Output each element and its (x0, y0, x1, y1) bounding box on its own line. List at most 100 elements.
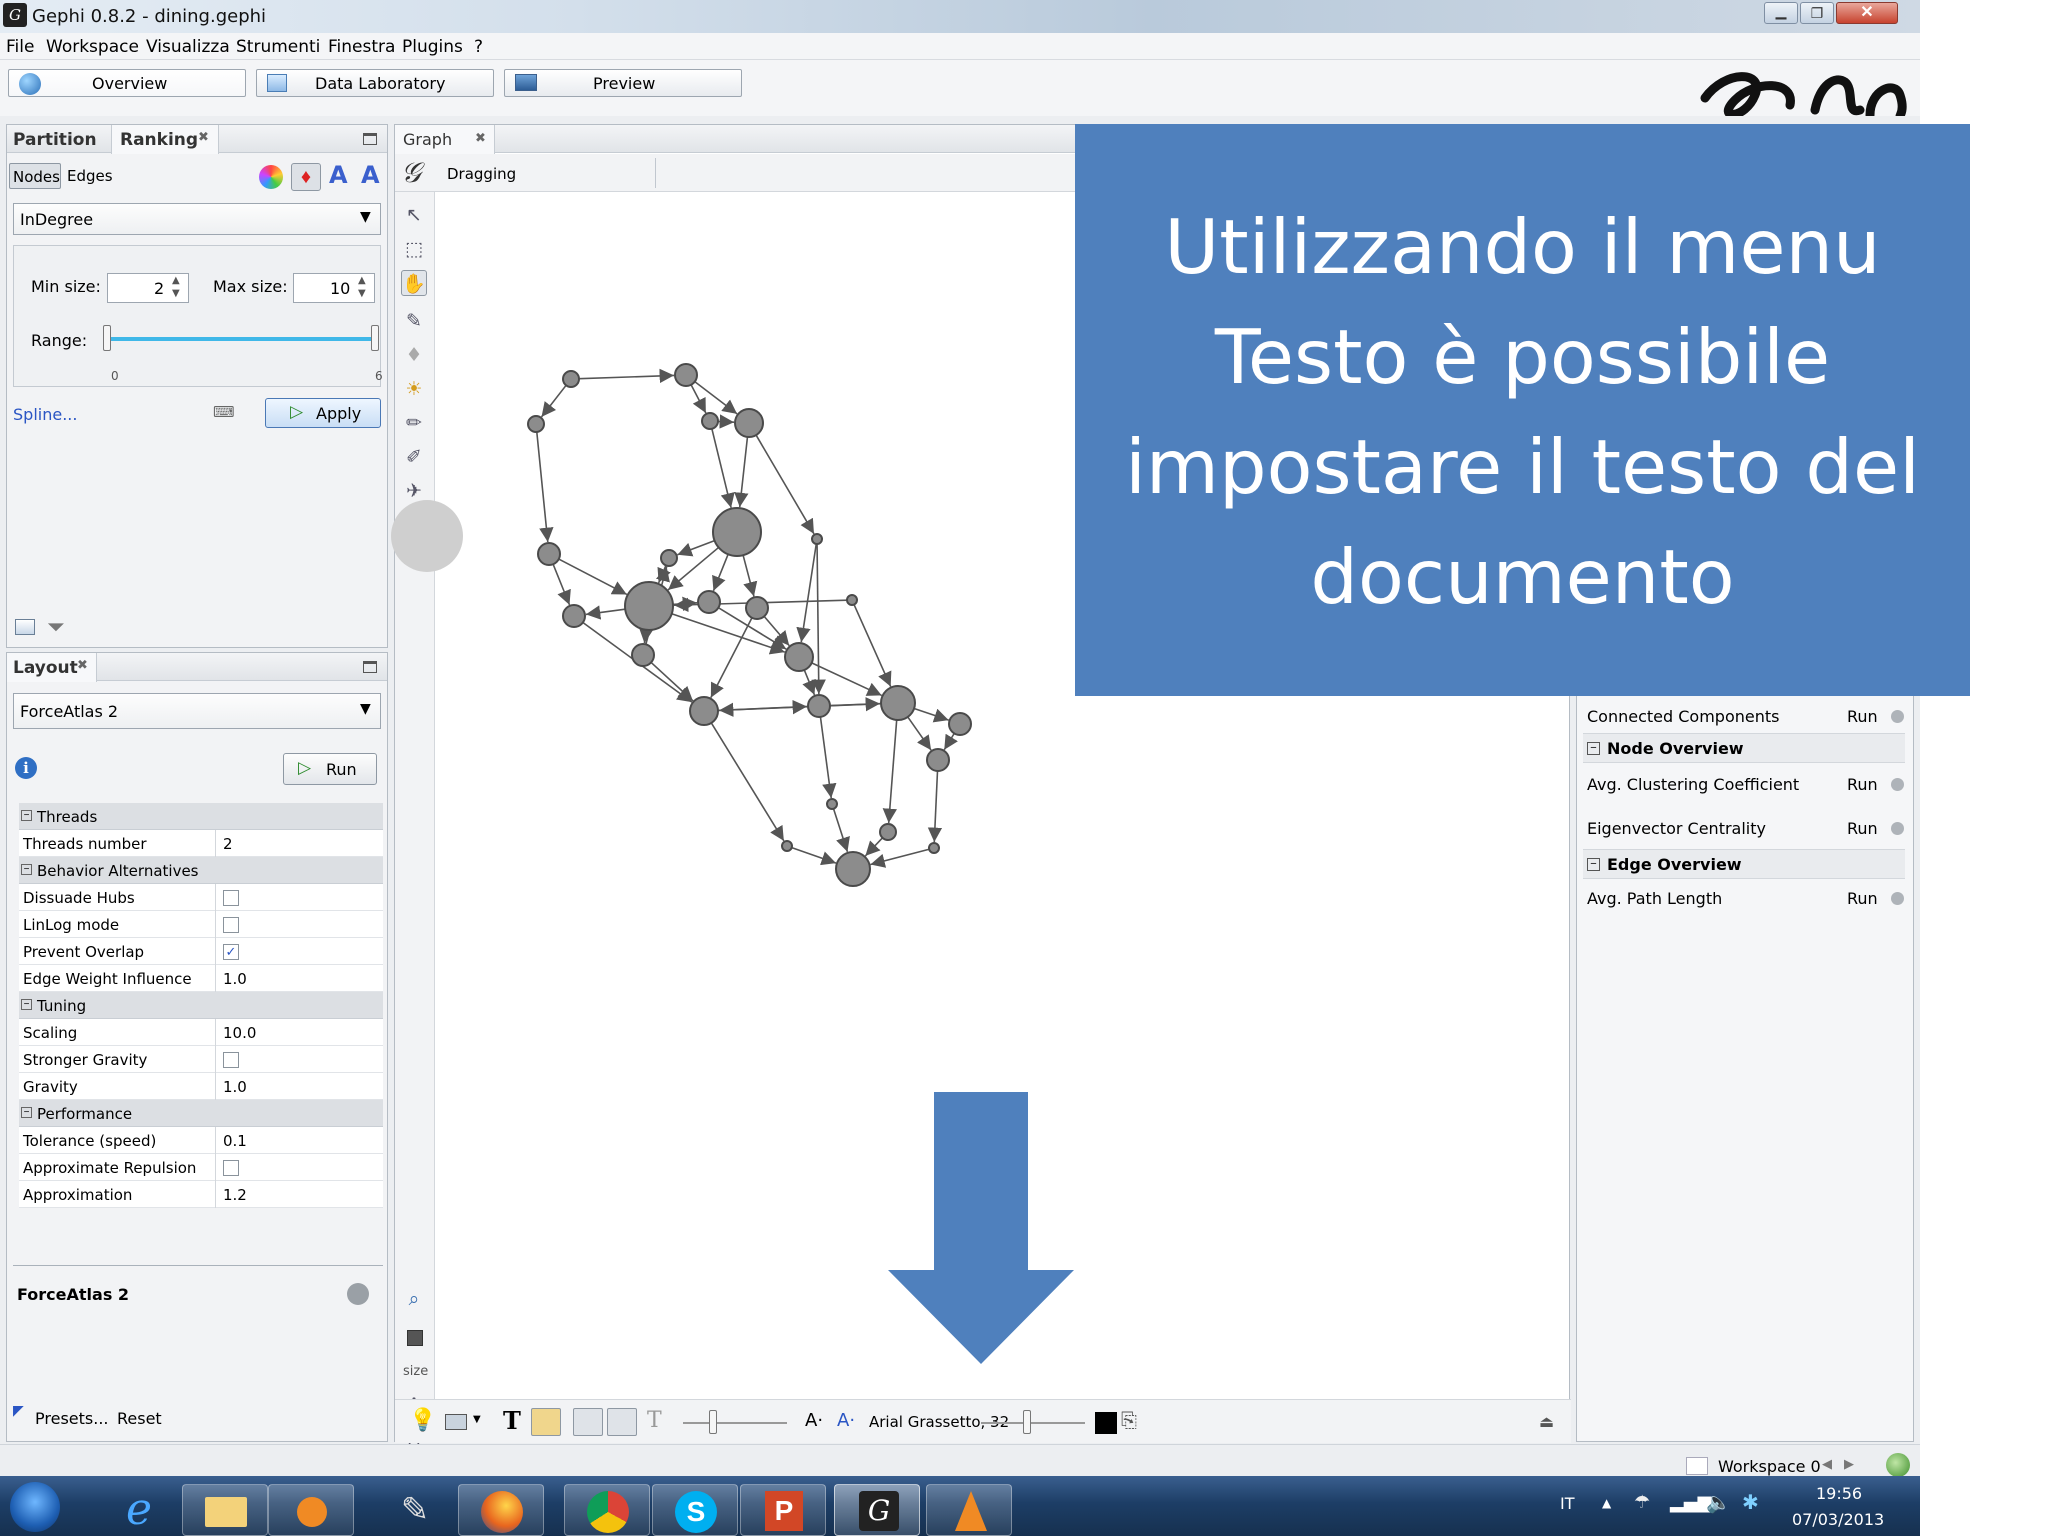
label-size-slider-handle[interactable] (709, 1410, 717, 1434)
graph-edge[interactable] (711, 428, 735, 508)
graph-node[interactable] (926, 748, 950, 772)
graph-edge[interactable] (791, 846, 837, 866)
lock-icon[interactable]: ⏏ (1539, 1412, 1554, 1431)
workspace-prev-icon[interactable]: ◀ (1822, 1457, 1832, 1472)
graph-node[interactable] (527, 415, 545, 433)
font-decrease-icon[interactable]: A· (805, 1410, 823, 1431)
graph-edge[interactable] (712, 553, 729, 592)
graph-edge[interactable] (558, 558, 628, 596)
graph-node[interactable] (537, 542, 561, 566)
graph-edge[interactable] (927, 770, 943, 843)
volume-icon[interactable]: 🔈 (1706, 1490, 1731, 1514)
graph-node[interactable] (811, 533, 823, 545)
powerpoint-icon[interactable]: P (740, 1484, 826, 1536)
graph-node[interactable] (781, 840, 793, 852)
graph-edge[interactable] (832, 808, 850, 853)
presets-link[interactable]: Presets... (35, 1409, 108, 1428)
graph-edge[interactable] (717, 414, 735, 429)
stat-run-link[interactable]: Run (1847, 819, 1878, 838)
graph-node[interactable] (674, 363, 698, 387)
graph-edge[interactable] (853, 604, 892, 687)
graph-edge[interactable] (811, 662, 883, 697)
graph-edge[interactable] (718, 702, 882, 717)
graph-edge[interactable] (802, 669, 816, 696)
graph-node[interactable] (826, 798, 838, 810)
workspace-next-icon[interactable]: ▶ (1844, 1457, 1854, 1472)
chrome-icon[interactable] (564, 1484, 650, 1536)
graph-edge[interactable] (650, 661, 694, 702)
label-background-icon[interactable] (531, 1408, 561, 1436)
graph-node[interactable] (697, 590, 721, 614)
graph-edge[interactable] (578, 368, 675, 384)
stat-run-link[interactable]: Run (1847, 889, 1878, 908)
graph-node[interactable] (879, 823, 897, 841)
language-indicator[interactable]: IT (1560, 1494, 1575, 1513)
gephi-taskbar-icon[interactable]: G (834, 1484, 920, 1536)
skype-icon[interactable]: S (652, 1484, 738, 1536)
graph-node[interactable] (807, 694, 831, 718)
graph-edge[interactable] (734, 436, 749, 508)
tray-expand-icon[interactable]: ▲ (1602, 1496, 1611, 1510)
workspace-label[interactable]: Workspace 0 (1718, 1457, 1821, 1476)
reset-link[interactable]: Reset (117, 1409, 162, 1428)
text-size-icon[interactable]: T (647, 1408, 662, 1433)
label-attributes-icon[interactable]: ⎘ (1121, 1408, 1137, 1432)
start-button-icon[interactable] (10, 1482, 60, 1532)
chevron-down-icon[interactable]: ▼ (473, 1414, 481, 1425)
graph-edge[interactable] (585, 605, 626, 620)
graph-edge[interactable] (943, 732, 958, 751)
tray-flag-icon[interactable]: ✱ (1742, 1490, 1759, 1514)
graph-node[interactable] (660, 549, 678, 567)
tray-app-icon[interactable]: ☂ (1634, 1492, 1650, 1513)
graph-node[interactable] (624, 581, 674, 631)
graph-edge[interactable] (913, 707, 949, 723)
graph-edge[interactable] (907, 716, 932, 751)
minimize-button[interactable]: ▁ (1764, 2, 1798, 24)
graph-node[interactable] (745, 596, 769, 620)
media-player-icon[interactable] (268, 1484, 354, 1536)
app-icon[interactable]: ✎ (372, 1484, 458, 1536)
graph-edge[interactable] (870, 848, 930, 868)
graph-edge[interactable] (811, 543, 826, 695)
collapse-icon[interactable]: − (1587, 742, 1600, 755)
edge-overview-header[interactable]: − Edge Overview (1583, 849, 1905, 879)
graph-edge[interactable] (677, 539, 715, 557)
edge-label-color-icon[interactable] (607, 1408, 637, 1436)
font-size-slider-handle[interactable] (1023, 1410, 1031, 1434)
clock-date[interactable]: 07/03/2013 (1792, 1510, 1884, 1529)
label-size-slider-track[interactable] (683, 1422, 787, 1424)
screenshot-icon[interactable] (445, 1414, 467, 1430)
vlc-icon[interactable] (926, 1484, 1012, 1536)
graph-edge[interactable] (819, 716, 837, 799)
edge-labels-icon[interactable] (573, 1408, 603, 1436)
graph-edge[interactable] (535, 431, 554, 543)
graph-node[interactable] (835, 851, 871, 887)
graph-node[interactable] (712, 507, 762, 557)
close-window-button[interactable]: ✕ (1836, 2, 1898, 24)
graph-edge[interactable] (796, 543, 818, 643)
light-bulb-icon[interactable]: 💡 (409, 1408, 436, 1433)
font-size-slider-track[interactable] (981, 1422, 1085, 1424)
graph-edge[interactable] (755, 434, 815, 535)
graph-edge[interactable] (864, 837, 884, 857)
graph-node[interactable] (734, 408, 764, 438)
refresh-icon[interactable] (1886, 1453, 1910, 1477)
graph-edge[interactable] (552, 563, 571, 606)
graph-node[interactable] (846, 594, 858, 606)
file-explorer-icon[interactable] (182, 1484, 268, 1536)
stat-run-link[interactable]: Run (1847, 707, 1878, 726)
collapse-icon[interactable]: − (1587, 858, 1600, 871)
font-increase-icon[interactable]: A· (837, 1410, 855, 1431)
graph-edge[interactable] (763, 615, 790, 647)
maximize-button[interactable]: ❐ (1800, 2, 1834, 24)
graph-node[interactable] (880, 685, 916, 721)
label-color-swatch[interactable] (1095, 1412, 1117, 1434)
firefox-icon[interactable] (458, 1484, 544, 1536)
graph-node[interactable] (689, 696, 719, 726)
graph-edge[interactable] (639, 627, 654, 644)
graph-edge[interactable] (710, 722, 785, 842)
graph-node[interactable] (562, 370, 580, 388)
graph-edge[interactable] (540, 384, 567, 418)
graph-node[interactable] (928, 842, 940, 854)
show-labels-icon[interactable]: T (503, 1406, 521, 1435)
